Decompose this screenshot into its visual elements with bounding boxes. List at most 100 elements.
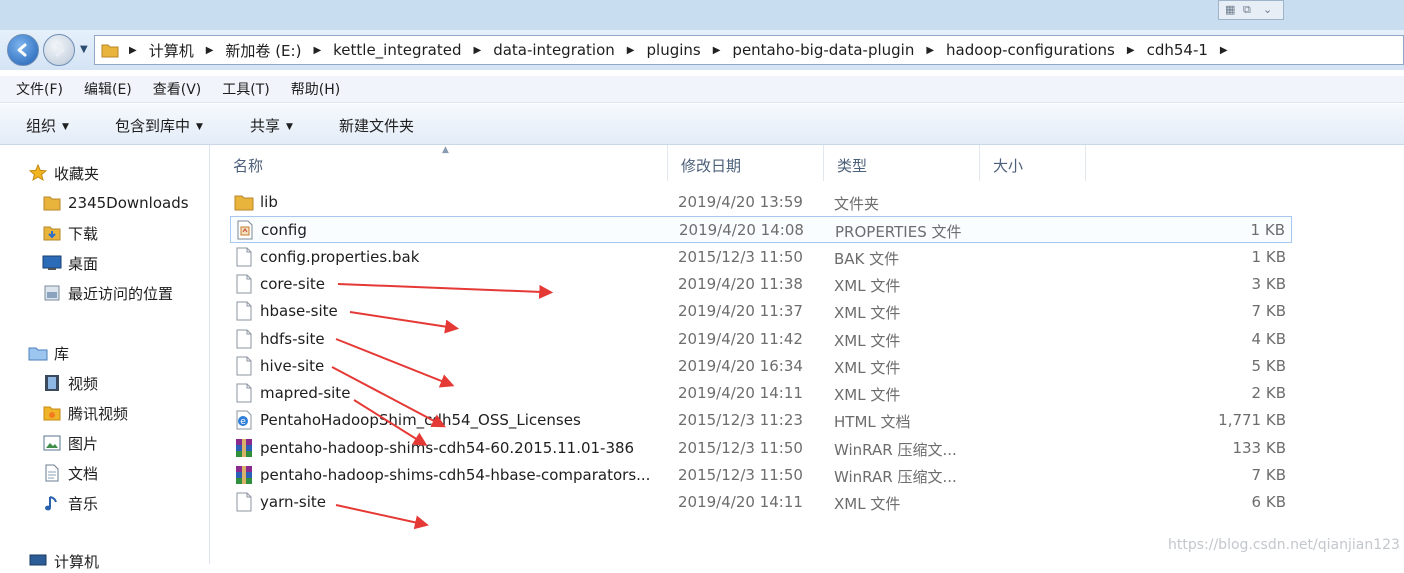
file-size: 1,771 KB xyxy=(1218,411,1286,430)
command-toolbar: 组织 ▼ 包含到库中 ▼ 共享 ▼ 新建文件夹 xyxy=(0,104,1404,145)
column-header-modified[interactable]: 修改日期 xyxy=(668,145,824,181)
file-type: WinRAR 压缩文... xyxy=(834,440,957,459)
properties-file-icon xyxy=(237,220,253,240)
file-row[interactable]: hbase-site 2019/4/20 11:37 XML 文件 7 KB xyxy=(230,298,1292,324)
nav-favorites[interactable]: 收藏夹 xyxy=(28,161,99,185)
column-header-type[interactable]: 类型 xyxy=(824,145,980,181)
file-row[interactable]: core-site 2019/4/20 11:38 XML 文件 3 KB xyxy=(230,271,1292,297)
menu-item[interactable]: 编辑(E) xyxy=(84,79,132,99)
nav-favorites-label: 收藏夹 xyxy=(54,164,100,183)
back-button[interactable] xyxy=(7,34,39,66)
nav-item-2345downloads[interactable]: 2345Downloads xyxy=(42,191,189,215)
tencent-video-folder-icon xyxy=(42,404,62,422)
breadcrumb-separator-icon[interactable]: ▶ xyxy=(473,45,481,56)
star-icon xyxy=(28,164,48,182)
window-controls[interactable]: ▦ ⧉ ⌄ xyxy=(1218,0,1284,20)
breadcrumb-separator-icon[interactable]: ▶ xyxy=(1220,45,1228,56)
nav-computer[interactable]: 计算机 xyxy=(28,549,99,573)
breadcrumb-item[interactable]: hadoop-configurations xyxy=(946,41,1115,59)
file-row[interactable]: lib 2019/4/20 13:59 文件夹 xyxy=(230,189,1292,215)
menu-item[interactable]: 帮助(H) xyxy=(291,79,340,99)
file-row[interactable]: mapred-site 2019/4/20 14:11 XML 文件 2 KB xyxy=(230,380,1292,406)
xml-file-icon xyxy=(236,356,252,376)
breadcrumb-separator-icon[interactable]: ▶ xyxy=(713,45,721,56)
nav-item-videos[interactable]: 视频 xyxy=(42,371,98,395)
column-header-label: 类型 xyxy=(837,157,868,175)
address-field[interactable]: ▶ 计算机 ▶ 新加卷 (E:) ▶ kettle_integrated ▶ data-int… xyxy=(94,35,1404,65)
menu-item[interactable]: 查看(V) xyxy=(153,79,202,99)
breadcrumb-separator-icon[interactable]: ▶ xyxy=(129,45,137,56)
file-modified-date: 2019/4/20 11:37 xyxy=(678,302,803,321)
breadcrumb-item[interactable]: kettle_integrated xyxy=(333,41,461,59)
title-bar xyxy=(0,0,1404,30)
file-name: mapred-site xyxy=(260,384,351,403)
nav-item-tencent-video[interactable]: 腾讯视频 xyxy=(42,401,128,425)
file-row[interactable]: pentaho-hadoop-shims-cdh54-60.2015.11.01… xyxy=(230,435,1292,461)
share-label: 共享 xyxy=(250,117,281,135)
file-row[interactable]: config.properties.bak 2015/12/3 11:50 BAK … xyxy=(230,244,1292,270)
menu-bar: 文件(F) 编辑(E) 查看(V) 工具(T) 帮助(H) xyxy=(0,76,1404,103)
breadcrumb-separator-icon[interactable]: ▶ xyxy=(926,45,934,56)
include-in-library-button[interactable]: 包含到库中 ▼ xyxy=(115,115,203,136)
nav-item-documents[interactable]: 文档 xyxy=(42,461,98,485)
breadcrumb-separator-icon[interactable]: ▶ xyxy=(206,45,214,56)
menu-item[interactable]: 工具(T) xyxy=(222,79,269,99)
nav-item-downloads[interactable]: 下载 xyxy=(42,221,98,245)
file-size: 1 KB xyxy=(1251,247,1286,266)
nav-computer-label: 计算机 xyxy=(54,552,100,571)
nav-libraries[interactable]: 库 xyxy=(28,341,69,365)
file-row[interactable]: hdfs-site 2019/4/20 11:42 XML 文件 4 KB xyxy=(230,326,1292,352)
file-name: core-site xyxy=(260,274,325,293)
breadcrumb-separator-icon[interactable]: ▶ xyxy=(627,45,635,56)
file-row[interactable]: e PentahoHadoopShim_cdh54_OSS_Licenses 201… xyxy=(230,407,1292,433)
address-bar-area: ▼ ▶ 计算机 ▶ 新加卷 (E:) ▶ kettle_integrated ▶ data-i… xyxy=(0,30,1404,70)
nav-item-recent-places[interactable]: 最近访问的位置 xyxy=(42,281,173,305)
menu-item[interactable]: 文件(F) xyxy=(16,79,63,99)
file-modified-date: 2019/4/20 14:11 xyxy=(678,493,803,512)
file-size: 133 KB xyxy=(1232,438,1286,457)
file-row[interactable]: pentaho-hadoop-shims-cdh54-hbase-compara… xyxy=(230,462,1292,488)
nav-item-music[interactable]: 音乐 xyxy=(42,491,98,515)
documents-library-icon xyxy=(42,464,62,482)
computer-icon xyxy=(28,552,48,570)
file-row[interactable]: yarn-site 2019/4/20 14:11 XML 文件 6 KB xyxy=(230,489,1292,515)
chevron-down-icon[interactable]: ⌄ xyxy=(1263,3,1272,16)
nav-item-label: 下载 xyxy=(68,224,99,243)
file-type: 文件夹 xyxy=(834,195,880,213)
organize-button[interactable]: 组织 ▼ xyxy=(26,115,69,136)
breadcrumb-separator-icon[interactable]: ▶ xyxy=(1127,45,1135,56)
column-header-label: 名称 xyxy=(233,157,264,175)
file-row[interactable]: config 2019/4/20 14:08 PROPERTIES 文件 1 KB xyxy=(230,216,1292,244)
maximize-icon[interactable]: ⧉ xyxy=(1243,3,1251,17)
share-button[interactable]: 共享 ▼ xyxy=(250,115,293,136)
column-header-name[interactable]: 名称 xyxy=(220,145,668,181)
file-type: HTML 文档 xyxy=(834,413,911,432)
new-folder-button[interactable]: 新建文件夹 xyxy=(339,115,414,136)
file-name: pentaho-hadoop-shims-cdh54-60.2015.11.01… xyxy=(260,438,635,457)
breadcrumb-item[interactable]: pentaho-big-data-plugin xyxy=(732,41,914,59)
file-row[interactable]: hive-site 2019/4/20 16:34 XML 文件 5 KB xyxy=(230,353,1292,379)
folder-icon xyxy=(42,194,62,212)
breadcrumb-item[interactable]: cdh54-1 xyxy=(1147,41,1208,59)
file-modified-date: 2019/4/20 14:11 xyxy=(678,384,803,403)
column-header-size[interactable]: 大小 xyxy=(980,145,1086,181)
breadcrumb-item[interactable]: 新加卷 (E:) xyxy=(225,40,301,61)
nav-item-desktop[interactable]: 桌面 xyxy=(42,251,98,275)
recent-pages-dropdown[interactable]: ▼ xyxy=(80,44,88,55)
file-size: 7 KB xyxy=(1251,302,1286,321)
breadcrumb-item[interactable]: 计算机 xyxy=(149,40,194,61)
breadcrumb-item[interactable]: plugins xyxy=(647,41,701,59)
nav-libraries-label: 库 xyxy=(54,344,70,363)
forward-button[interactable] xyxy=(43,34,75,66)
file-name: yarn-site xyxy=(260,493,326,512)
file-name: config.properties.bak xyxy=(260,247,420,266)
restore-grid-icon[interactable]: ▦ xyxy=(1225,3,1235,16)
file-name: pentaho-hadoop-shims-cdh54-hbase-compara… xyxy=(260,466,651,484)
desktop-icon xyxy=(42,254,62,272)
breadcrumb-separator-icon[interactable]: ▶ xyxy=(313,45,321,56)
file-modified-date: 2015/12/3 11:50 xyxy=(678,438,803,457)
column-header-label: 大小 xyxy=(993,157,1024,175)
breadcrumb-item[interactable]: data-integration xyxy=(493,41,615,59)
chevron-down-icon: ▼ xyxy=(196,122,203,132)
nav-item-pictures[interactable]: 图片 xyxy=(42,431,98,455)
